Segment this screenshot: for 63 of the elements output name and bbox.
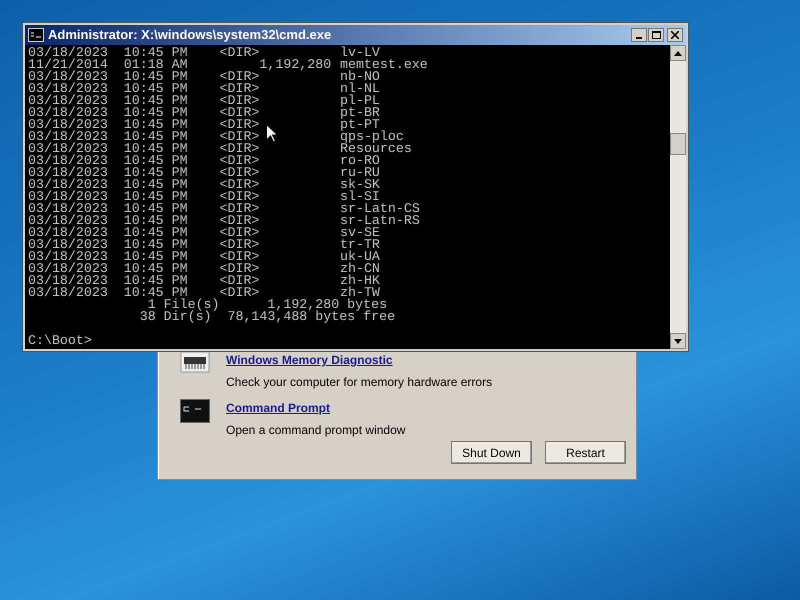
mouse-cursor-icon [266, 124, 278, 143]
file-name: lv-LV [340, 47, 380, 59]
file-details: 03/18/2023 10:45 PM <DIR> [28, 107, 260, 119]
file-details: 03/18/2023 10:45 PM <DIR> [28, 71, 260, 83]
file-details: 11/21/2014 01:18 AM 1,192,280 [28, 59, 332, 71]
file-name: zh-CN [340, 263, 380, 275]
file-name: tr-TR [340, 239, 380, 251]
file-name: zh-TW [340, 287, 380, 299]
file-name: uk-UA [340, 251, 380, 263]
file-name: ru-RU [340, 167, 380, 179]
console-icon [180, 399, 210, 423]
minimize-icon[interactable] [631, 28, 647, 42]
command-prompt: C:\Boot> [28, 335, 92, 347]
file-name: sv-SE [340, 227, 380, 239]
file-details: 03/18/2023 10:45 PM <DIR> [28, 167, 260, 179]
file-details: 03/18/2023 10:45 PM <DIR> [28, 251, 260, 263]
console-icon [28, 28, 44, 42]
file-name: pt-BR [340, 107, 380, 119]
file-name: sk-SK [340, 179, 380, 191]
file-details: 03/18/2023 10:45 PM <DIR> [28, 227, 260, 239]
file-name: nl-NL [340, 83, 380, 95]
memory-chip-icon [180, 351, 210, 373]
scrollbar[interactable] [670, 45, 686, 349]
file-details: 03/18/2023 10:45 PM <DIR> [28, 95, 260, 107]
dialog-button[interactable]: Shut Down [451, 441, 532, 464]
tool-link[interactable]: Windows Memory Diagnostic [226, 351, 492, 369]
dialog-button[interactable]: Restart [545, 441, 626, 464]
scroll-thumb[interactable] [670, 133, 686, 155]
file-name: sr-Latn-CS [340, 203, 420, 215]
file-details: 03/18/2023 10:45 PM <DIR> [28, 263, 260, 275]
close-icon[interactable] [667, 28, 683, 42]
tool-description: Check your computer for memory hardware errors [226, 374, 492, 391]
file-name: nb-NO [340, 71, 380, 83]
tool-link[interactable]: Command Prompt [226, 399, 406, 417]
file-details: 03/18/2023 10:45 PM <DIR> [28, 239, 260, 251]
file-name: Resources [340, 143, 412, 155]
file-name: ro-RO [340, 155, 380, 167]
file-name: sl-SI [340, 191, 380, 203]
window-title: Administrator: X:\windows\system32\cmd.exe [48, 26, 332, 44]
file-details: 03/18/2023 10:45 PM <DIR> [28, 215, 260, 227]
scroll-down-icon[interactable] [670, 333, 686, 349]
file-details: 03/18/2023 10:45 PM <DIR> [28, 275, 260, 287]
maximize-icon[interactable] [648, 28, 664, 42]
file-details: 03/18/2023 10:45 PM <DIR> [28, 179, 260, 191]
file-name: pl-PL [340, 95, 380, 107]
file-name: qps-ploc [340, 131, 404, 143]
scroll-up-icon[interactable] [670, 45, 686, 61]
file-name: zh-HK [340, 275, 380, 287]
summary-line: 38 Dir(s) 78,143,488 bytes free [138, 311, 396, 323]
summary-line: 1 File(s) 1,192,280 bytes [148, 299, 388, 311]
file-details: 03/18/2023 10:45 PM <DIR> [28, 119, 260, 131]
file-name: sr-Latn-RS [340, 215, 420, 227]
file-details: 03/18/2023 10:45 PM <DIR> [28, 203, 260, 215]
file-details: 03/18/2023 10:45 PM <DIR> [28, 131, 260, 143]
file-name: memtest.exe [340, 59, 428, 71]
file-details: 03/18/2023 10:45 PM <DIR> [28, 191, 260, 203]
file-details: 03/18/2023 10:45 PM <DIR> [28, 155, 260, 167]
file-details: 03/18/2023 10:45 PM <DIR> [28, 287, 260, 299]
file-details: 03/18/2023 10:45 PM <DIR> [28, 83, 260, 95]
tool-description: Open a command prompt window [226, 422, 406, 439]
file-details: 03/18/2023 10:45 PM <DIR> [28, 143, 260, 155]
file-name: pt-PT [340, 119, 380, 131]
file-details: 03/18/2023 10:45 PM <DIR> [28, 47, 260, 59]
